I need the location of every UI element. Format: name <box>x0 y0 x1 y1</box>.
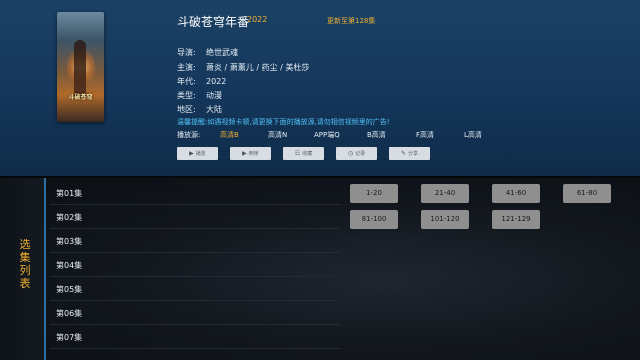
share-button[interactable]: ✎ 分享 <box>389 147 430 160</box>
episode-item[interactable]: 第04集 <box>50 254 340 277</box>
meta-region: 地区: 大陆 <box>177 104 222 115</box>
source-tab-n[interactable]: 高清N <box>268 130 287 140</box>
episode-item[interactable]: 第02集 <box>50 206 340 229</box>
range-button[interactable]: 101-120 <box>421 210 469 229</box>
favorite-button[interactable]: ☷ 收藏 <box>283 147 324 160</box>
show-title: 斗破苍穹年番 <box>177 15 250 29</box>
clock-icon: ◷ <box>347 150 354 157</box>
meta-label: 年代: <box>177 77 196 86</box>
meta-year: 年代: 2022 <box>177 76 226 87</box>
episode-sidebar: 选集列表 <box>0 178 46 360</box>
range-button[interactable]: 41-60 <box>492 184 540 203</box>
source-tab-b[interactable]: 高清B <box>220 130 239 140</box>
source-label: 播放源: <box>177 131 201 139</box>
poster-figure <box>74 40 86 98</box>
meta-label: 类型: <box>177 91 196 100</box>
poster-image[interactable]: 斗破苍穹 <box>57 12 104 122</box>
meta-value: 大陆 <box>206 105 222 114</box>
detail-header: 斗破苍穹 斗破苍穹年番 2022 更新至第128集 导演: 绝世武魂 主演: 萧炎 … <box>0 0 640 176</box>
range-button[interactable]: 1-20 <box>350 184 398 203</box>
meta-value: 2022 <box>206 77 227 86</box>
episode-item[interactable]: 第07集 <box>50 326 340 349</box>
play-button[interactable]: ▶ 播放 <box>177 147 218 160</box>
range-button[interactable]: 61-80 <box>563 184 611 203</box>
source-tab-l-hd[interactable]: L高清 <box>464 130 482 140</box>
source-tab-f-hd[interactable]: F高清 <box>416 130 434 140</box>
poster-title: 斗破苍穹 <box>68 94 93 101</box>
play-icon: ▶ <box>189 150 194 157</box>
sidebar-accent-bar <box>44 178 46 360</box>
update-status: 更新至第128集 <box>327 17 376 25</box>
range-button[interactable]: 81-100 <box>350 210 398 229</box>
episode-item[interactable]: 第05集 <box>50 278 340 301</box>
meta-cast: 主演: 萧炎 / 萧薰儿 / 药尘 / 美杜莎 <box>177 62 309 73</box>
episode-item[interactable]: 第01集 <box>50 182 340 205</box>
reverse-button[interactable]: ▶ 倒序 <box>230 147 271 160</box>
list-icon: ☷ <box>294 150 301 157</box>
episode-section: 选集列表 第01集 第02集 第03集 第04集 第05集 第06集 第07集 … <box>0 178 640 360</box>
source-tab-q[interactable]: APP端Q <box>314 130 340 140</box>
play-label: 播放 <box>195 151 206 157</box>
favorite-label: 收藏 <box>302 151 313 157</box>
source-tab-b-hd[interactable]: B高清 <box>367 130 386 140</box>
meta-label: 主演: <box>177 63 196 72</box>
play-icon: ▶ <box>242 150 247 157</box>
range-button[interactable]: 121-129 <box>492 210 540 229</box>
meta-label: 地区: <box>177 105 196 114</box>
episode-item[interactable]: 第06集 <box>50 302 340 325</box>
reverse-label: 倒序 <box>248 151 259 157</box>
history-button[interactable]: ◷ 记录 <box>336 147 377 160</box>
history-label: 记录 <box>355 151 366 157</box>
meta-value: 萧炎 / 萧薰儿 / 药尘 / 美杜莎 <box>206 63 310 72</box>
edit-icon: ✎ <box>400 150 406 157</box>
range-button[interactable]: 21-40 <box>421 184 469 203</box>
notice-text: 温馨提醒:如遇视频卡顿,请更换下面的播放源,请勿相信视频里的广告! <box>177 118 390 126</box>
episode-list-label: 选集列表 <box>19 238 31 290</box>
share-label: 分享 <box>408 151 419 157</box>
meta-value: 绝世武魂 <box>206 48 238 57</box>
episode-item[interactable]: 第03集 <box>50 230 340 253</box>
meta-genre: 类型: 动漫 <box>177 90 222 101</box>
show-year: 2022 <box>247 15 268 24</box>
meta-label: 导演: <box>177 48 196 57</box>
meta-value: 动漫 <box>206 91 222 100</box>
meta-director: 导演: 绝世武魂 <box>177 47 238 58</box>
